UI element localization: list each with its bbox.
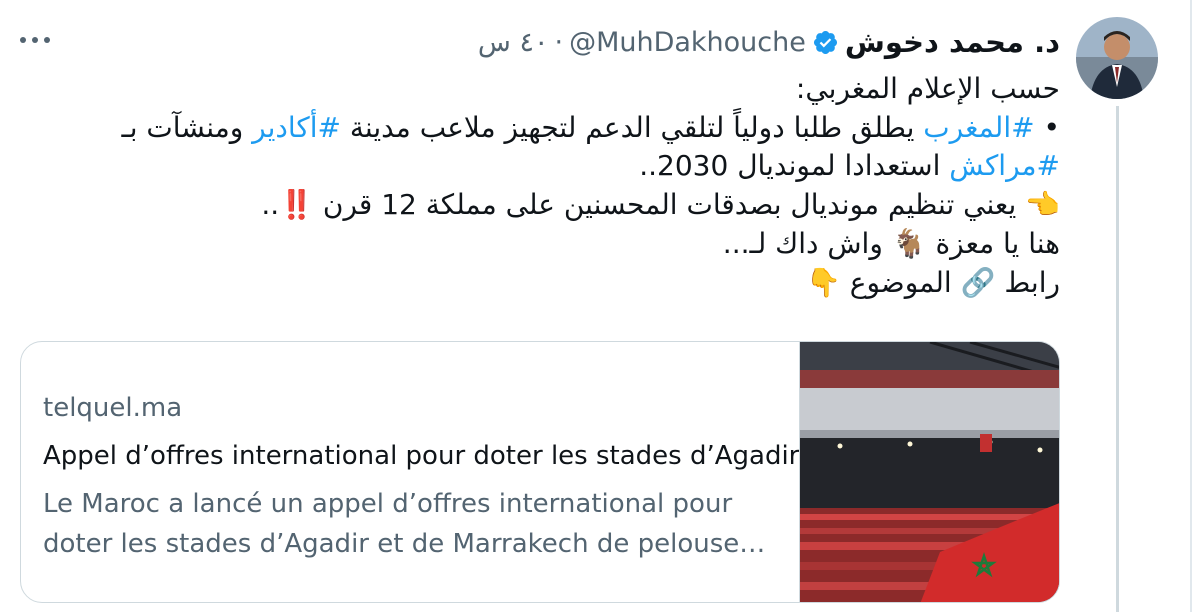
tweet-line: 👈 يعني تنظيم مونديال بصدقات المحسنين على… — [60, 186, 1060, 225]
tweet-line: هنا يا معزة 🐐 واش داك لـ... — [60, 225, 1060, 264]
card-text: telquel.ma Appel d’offres international … — [21, 342, 799, 602]
hashtag-link[interactable]: #المغرب — [923, 111, 1034, 144]
tweet-line-text: رابط 🔗 الموضوع 👇 — [805, 265, 1060, 299]
tweet-line-text: 👈 يعني تنظيم مونديال بصدقات المحسنين على… — [261, 188, 1060, 222]
link-preview-card[interactable]: telquel.ma Appel d’offres international … — [20, 341, 1060, 603]
tweet-line: رابط 🔗 الموضوع 👇 — [60, 264, 1060, 303]
handle[interactable]: @MuhDakhouche — [569, 27, 806, 58]
tweet-line-text: يطلق طلبا دولياً لتلقي الدعم لتجهيز ملاع… — [340, 110, 924, 144]
separator-dot: · — [554, 26, 564, 58]
tweet-line-text: ومنشآت بـ — [121, 110, 253, 144]
timeline-divider — [1190, 0, 1192, 612]
tweet-line: #مراكش استعدادا لمونديال 2030.. — [60, 147, 1060, 186]
tweet-line: • #المغرب يطلق طلبا دولياً لتلقي الدعم ل… — [60, 109, 1061, 148]
tweet-text: حسب الإعلام المغربي: • #المغرب يطلق طلبا… — [60, 70, 1061, 303]
timestamp[interactable]: ٤٠ س — [478, 27, 549, 58]
card-image[interactable] — [799, 342, 1059, 602]
card-domain: telquel.ma — [43, 393, 183, 423]
tweet-line-text: هنا يا معزة 🐐 واش داك لـ... — [722, 226, 1060, 260]
verified-badge-icon — [812, 29, 839, 56]
hashtag-link[interactable]: #مراكش — [949, 149, 1060, 182]
tweet-line-text: استعدادا لمونديال 2030.. — [639, 149, 950, 183]
tweet-header: د. محمد دخوش @MuhDakhouche · ٤٠ س — [478, 22, 1060, 62]
tweet-line-text: حسب الإعلام المغربي: — [795, 72, 1060, 105]
hashtag-link[interactable]: #أكادير — [252, 111, 341, 144]
card-description: Le Maroc a lancé un appel d’offres inter… — [43, 489, 766, 559]
display-name[interactable]: د. محمد دخوش — [845, 25, 1060, 59]
thread-line — [1116, 106, 1119, 612]
bullet: • — [1034, 110, 1060, 144]
more-horizontal-icon[interactable] — [20, 30, 60, 50]
tweet-line: حسب الإعلام المغربي: — [60, 70, 1060, 109]
avatar[interactable] — [1076, 17, 1158, 99]
card-title: Appel d’offres international pour doter … — [43, 441, 799, 471]
